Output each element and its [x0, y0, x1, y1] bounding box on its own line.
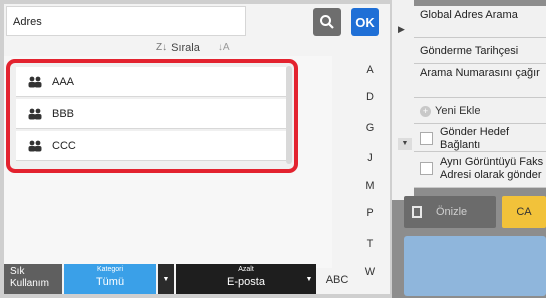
- index-j[interactable]: J: [356, 152, 384, 164]
- group-icon: [28, 108, 42, 119]
- recall-number-button[interactable]: Arama Numarasını çağır: [414, 64, 546, 98]
- index-d[interactable]: D: [356, 91, 384, 103]
- send-link-checkbox[interactable]: [420, 132, 433, 145]
- list-item[interactable]: AAA: [16, 67, 286, 97]
- sort-az-icon: Z↓: [156, 42, 168, 53]
- address-list: AAA BBB CCC: [6, 59, 298, 173]
- narrow-value: E-posta: [227, 276, 265, 288]
- preview-icon: [412, 206, 422, 218]
- alphabet-index: A D G J M P T W: [356, 56, 384, 288]
- category-value: Tümü: [95, 276, 125, 288]
- narrow-select[interactable]: Azalt E-posta: [176, 264, 316, 294]
- plus-circle-icon: +: [420, 105, 431, 117]
- index-p[interactable]: P: [356, 207, 384, 219]
- sort-label: Sırala: [171, 42, 200, 54]
- sort-control[interactable]: Z↓ Sırala ↓A: [156, 40, 230, 56]
- add-new-button[interactable]: + Yeni Ekle: [414, 98, 546, 124]
- list-scrollbar[interactable]: [286, 66, 292, 164]
- search-button[interactable]: [313, 8, 341, 36]
- index-g[interactable]: G: [356, 122, 384, 134]
- index-w[interactable]: W: [356, 266, 384, 278]
- index-a[interactable]: A: [356, 64, 384, 76]
- favorites-button[interactable]: Sık Kullanım: [4, 264, 62, 294]
- ca-button[interactable]: CA: [502, 196, 546, 228]
- list-item-label: BBB: [52, 107, 75, 120]
- narrow-dropdown-icon[interactable]: ▼: [302, 264, 316, 294]
- address-label: Adres: [13, 16, 42, 28]
- send-history-button[interactable]: Gönderme Tarihçesi: [414, 38, 546, 64]
- scroll-down-icon[interactable]: ▼: [398, 138, 412, 150]
- preview-button[interactable]: Önizle: [404, 196, 496, 228]
- group-icon: [28, 140, 42, 151]
- category-dropdown-icon[interactable]: ▼: [158, 264, 174, 294]
- group-icon: [28, 76, 42, 87]
- send-link-button[interactable]: Gönder Hedef Bağlantı: [414, 124, 546, 152]
- list-item-label: CCC: [52, 139, 76, 152]
- index-m[interactable]: M: [356, 180, 384, 192]
- global-address-search-button[interactable]: Global Adres Arama: [414, 6, 546, 38]
- address-input[interactable]: Adres: [6, 6, 246, 36]
- same-image-checkbox[interactable]: [420, 162, 433, 175]
- category-label: Kategori: [96, 266, 124, 273]
- list-item-label: AAA: [52, 75, 75, 88]
- list-item[interactable]: BBB: [16, 99, 286, 129]
- same-image-fax-button[interactable]: Aynı Görüntüyü Faks Adresi olarak gönder: [414, 152, 546, 188]
- narrow-label: Azalt: [238, 266, 254, 273]
- list-item[interactable]: CCC: [16, 131, 286, 161]
- expand-arrow-icon[interactable]: ▶: [398, 24, 405, 35]
- search-icon: [320, 15, 334, 29]
- ok-button[interactable]: OK: [351, 8, 379, 36]
- sort-a-icon: ↓A: [217, 42, 230, 53]
- index-t[interactable]: T: [356, 238, 384, 250]
- start-button[interactable]: [404, 236, 546, 296]
- abc-toggle[interactable]: ABC: [322, 270, 352, 290]
- category-select[interactable]: Kategori Tümü: [64, 264, 156, 294]
